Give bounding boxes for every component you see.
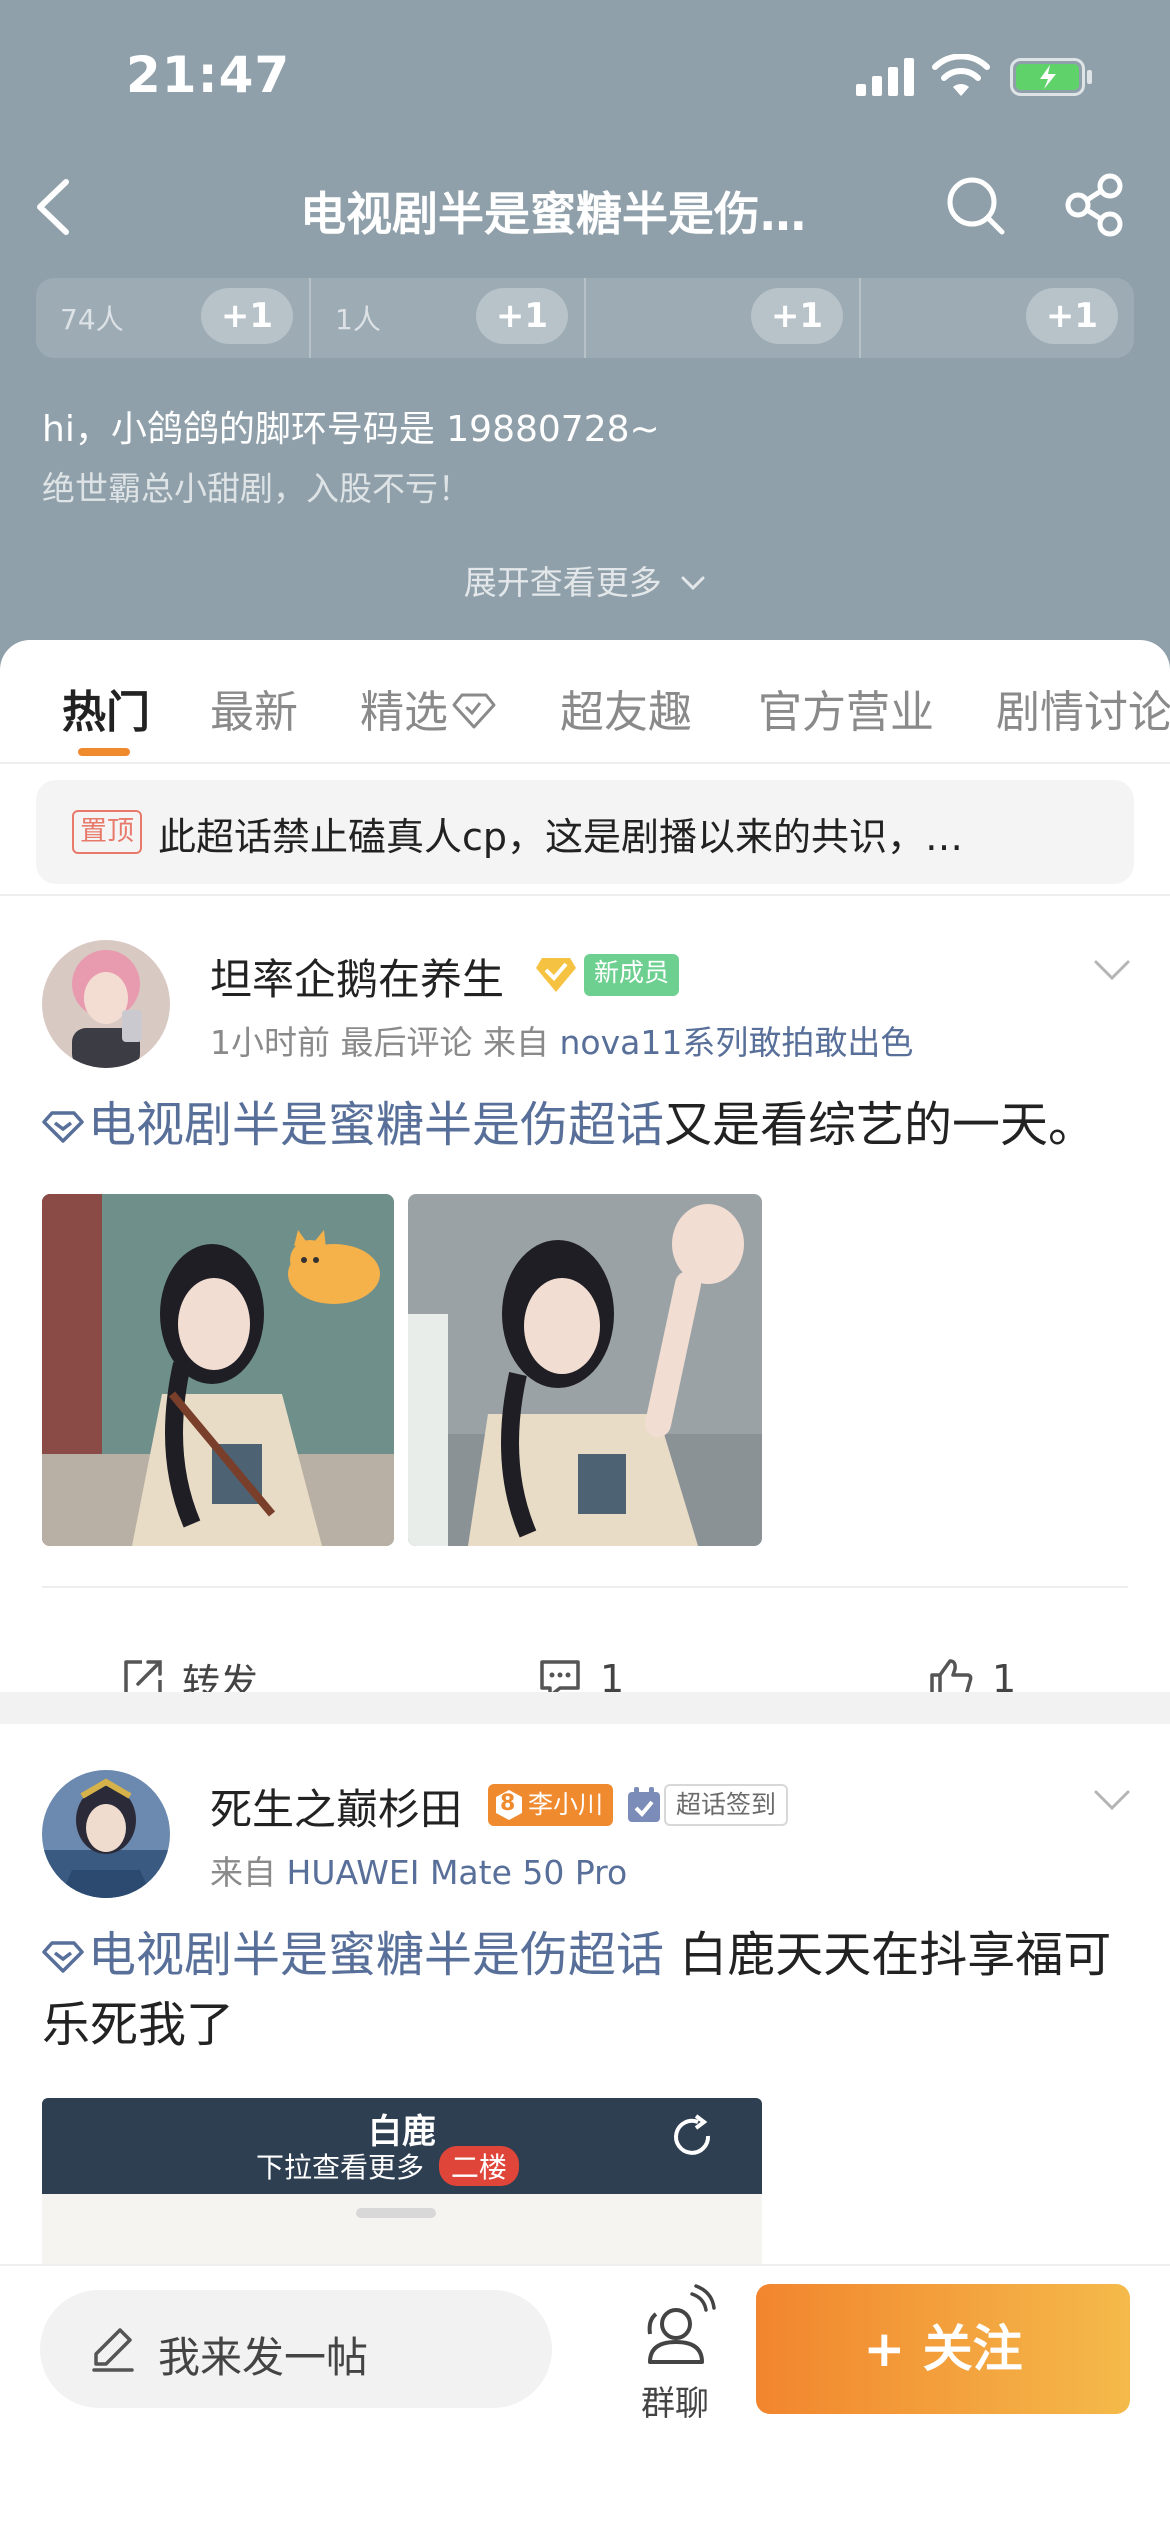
username[interactable]: 死生之巅杉田 [210,1776,462,1837]
username-text: 坦率企鹅在养生 [210,955,505,1004]
photo-image [408,1194,762,1546]
plus-one-button[interactable]: +1 [476,288,568,344]
avatar[interactable] [42,1770,170,1898]
post-text: 又是看综艺的一天。 [664,1097,1097,1153]
super-fan-icon [536,958,576,992]
pinned-post[interactable]: 置顶 此超话禁止磕真人cp，这是剧播以来的共识，… [36,780,1134,884]
share-icon[interactable] [1064,172,1126,238]
post-source: HUAWEI Mate 50 Pro [286,1853,628,1892]
stat-item: +1 [861,278,1134,358]
post-body: 电视剧半是蜜糖半是伤超话又是看综艺的一天。 [42,1090,1132,1160]
chevron-down-icon[interactable] [1092,958,1132,984]
chevron-down-icon [681,576,705,591]
tab-featured[interactable]: 精选 [360,676,496,740]
preview-tag: 二楼 [438,2146,519,2186]
avatar-image [42,1770,170,1898]
follow-button[interactable]: + 关注 [756,2284,1130,2414]
diamond-icon [452,693,496,729]
super-topic-header: 21:47 电视剧半是蜜糖半是伤… 74人 +1 1人 +1 +1 +1 hi，… [0,0,1170,680]
section-divider [0,1692,1170,1724]
username-text: 死生之巅杉田 [210,1785,463,1834]
tab-bar: 热门 最新 精选 超友趣 官方营业 剧情讨论 [0,640,1170,764]
topic-diamond-icon [42,1111,84,1143]
compose-label: 我来发一帖 [158,2333,369,2382]
topic-link[interactable]: 电视剧半是蜜糖半是伤超话 [42,1097,664,1153]
tab-official[interactable]: 官方营业 [758,676,934,740]
post-source: nova11系列敢拍敢出色 [559,1023,914,1062]
stat-item: 74人 +1 [36,278,311,358]
group-chat-button[interactable]: 群聊 [620,2284,730,2424]
fan-badge-label: 李小川 [528,1790,604,1819]
wifi-icon [932,54,990,96]
status-bar: 21:47 [0,0,1170,150]
chevron-down-icon[interactable] [1092,1788,1132,1814]
drag-handle [356,2208,436,2218]
photo-image [42,1194,394,1546]
post-meta: 1小时前 最后评论 来自 nova11系列敢拍敢出色 [210,1016,913,1064]
stat-item: +1 [586,278,861,358]
compose-post-button[interactable]: 我来发一帖 [40,2290,552,2408]
topic-label: 电视剧半是蜜糖半是伤超话 [88,1097,665,1153]
username[interactable]: 坦率企鹅在养生 [210,946,504,1007]
tab-super-friends[interactable]: 超友趣 [560,676,692,740]
tab-latest[interactable]: 最新 [210,676,298,740]
pencil-icon [92,2328,134,2372]
post-image-preview[interactable]: 白鹿 下拉查看更多 二楼 [42,2098,762,2270]
expand-more-label: 展开查看更多 [463,563,662,602]
plus-one-button[interactable]: +1 [751,288,843,344]
post-meta: 来自 HUAWEI Mate 50 Pro [210,1846,627,1894]
group-chat-icon [647,2284,716,2364]
divider [0,894,1170,896]
stats-row: 74人 +1 1人 +1 +1 +1 [36,278,1134,358]
checkin-icon [628,1787,660,1822]
tab-hot[interactable]: 热门 [62,676,150,740]
nav-bar: 电视剧半是蜜糖半是伤… [0,150,1170,270]
new-member-badge: 新成员 [584,954,680,996]
stat-label: 1人 [335,303,381,336]
content-sheet: 热门 最新 精选 超友趣 官方营业 剧情讨论 置顶 此超话禁止磕真人cp，这是剧… [0,640,1170,2532]
bottom-action-bar: 我来发一帖 群聊 + 关注 [0,2264,1170,2532]
refresh-icon [674,2114,711,2155]
stat-label: 74人 [60,303,124,336]
post-body: 电视剧半是蜜糖半是伤超话 白鹿天天在抖享福可乐死我了 [42,1920,1132,2060]
intro-line: hi，小鸽鸽的脚环号码是 19880728~ [42,409,660,450]
page-title: 电视剧半是蜜糖半是伤… [300,187,806,241]
preview-subtitle-text: 下拉查看更多 [256,2151,425,2184]
back-arrow-icon[interactable] [30,174,78,240]
group-chat-label: 群聊 [641,2384,709,2424]
avatar-image [42,940,170,1068]
expand-more-link[interactable]: 展开查看更多 [0,556,1170,604]
topic-diamond-icon [42,1941,84,1973]
tab-featured-label: 精选 [360,687,448,738]
preview-subtitle: 下拉查看更多 二楼 [256,2146,519,2186]
status-time: 21:47 [126,46,291,104]
topic-label: 电视剧半是蜜糖半是伤超话 [88,1927,665,1983]
fan-badge: 8 李小川 [488,1784,614,1826]
topic-link[interactable]: 电视剧半是蜜糖半是伤超话 [42,1927,664,1983]
search-icon[interactable] [944,174,1008,238]
active-tab-indicator [78,748,130,756]
plus-one-button[interactable]: +1 [1026,288,1118,344]
post-image[interactable] [408,1194,762,1546]
avatar[interactable] [42,940,170,1068]
pinned-text: 此超话禁止磕真人cp，这是剧播以来的共识，… [158,815,964,859]
battery-charging-icon [1010,58,1092,96]
post-meta-prefix: 1小时前 最后评论 来自 [210,1023,560,1062]
pinned-badge: 置顶 [72,810,142,854]
divider [42,1586,1128,1588]
post-image[interactable] [42,1194,394,1546]
plus-one-button[interactable]: +1 [201,288,293,344]
intro-subline: 绝世霸总小甜剧，入股不亏！ [42,469,471,508]
checkin-badge: 超话签到 [664,1784,789,1826]
post-meta-prefix: 来自 [210,1853,287,1892]
tab-plot-discussion[interactable]: 剧情讨论 [996,676,1170,740]
fan-level: 8 [500,1791,516,1816]
stat-item: 1人 +1 [311,278,586,358]
signal-icon [856,58,914,96]
